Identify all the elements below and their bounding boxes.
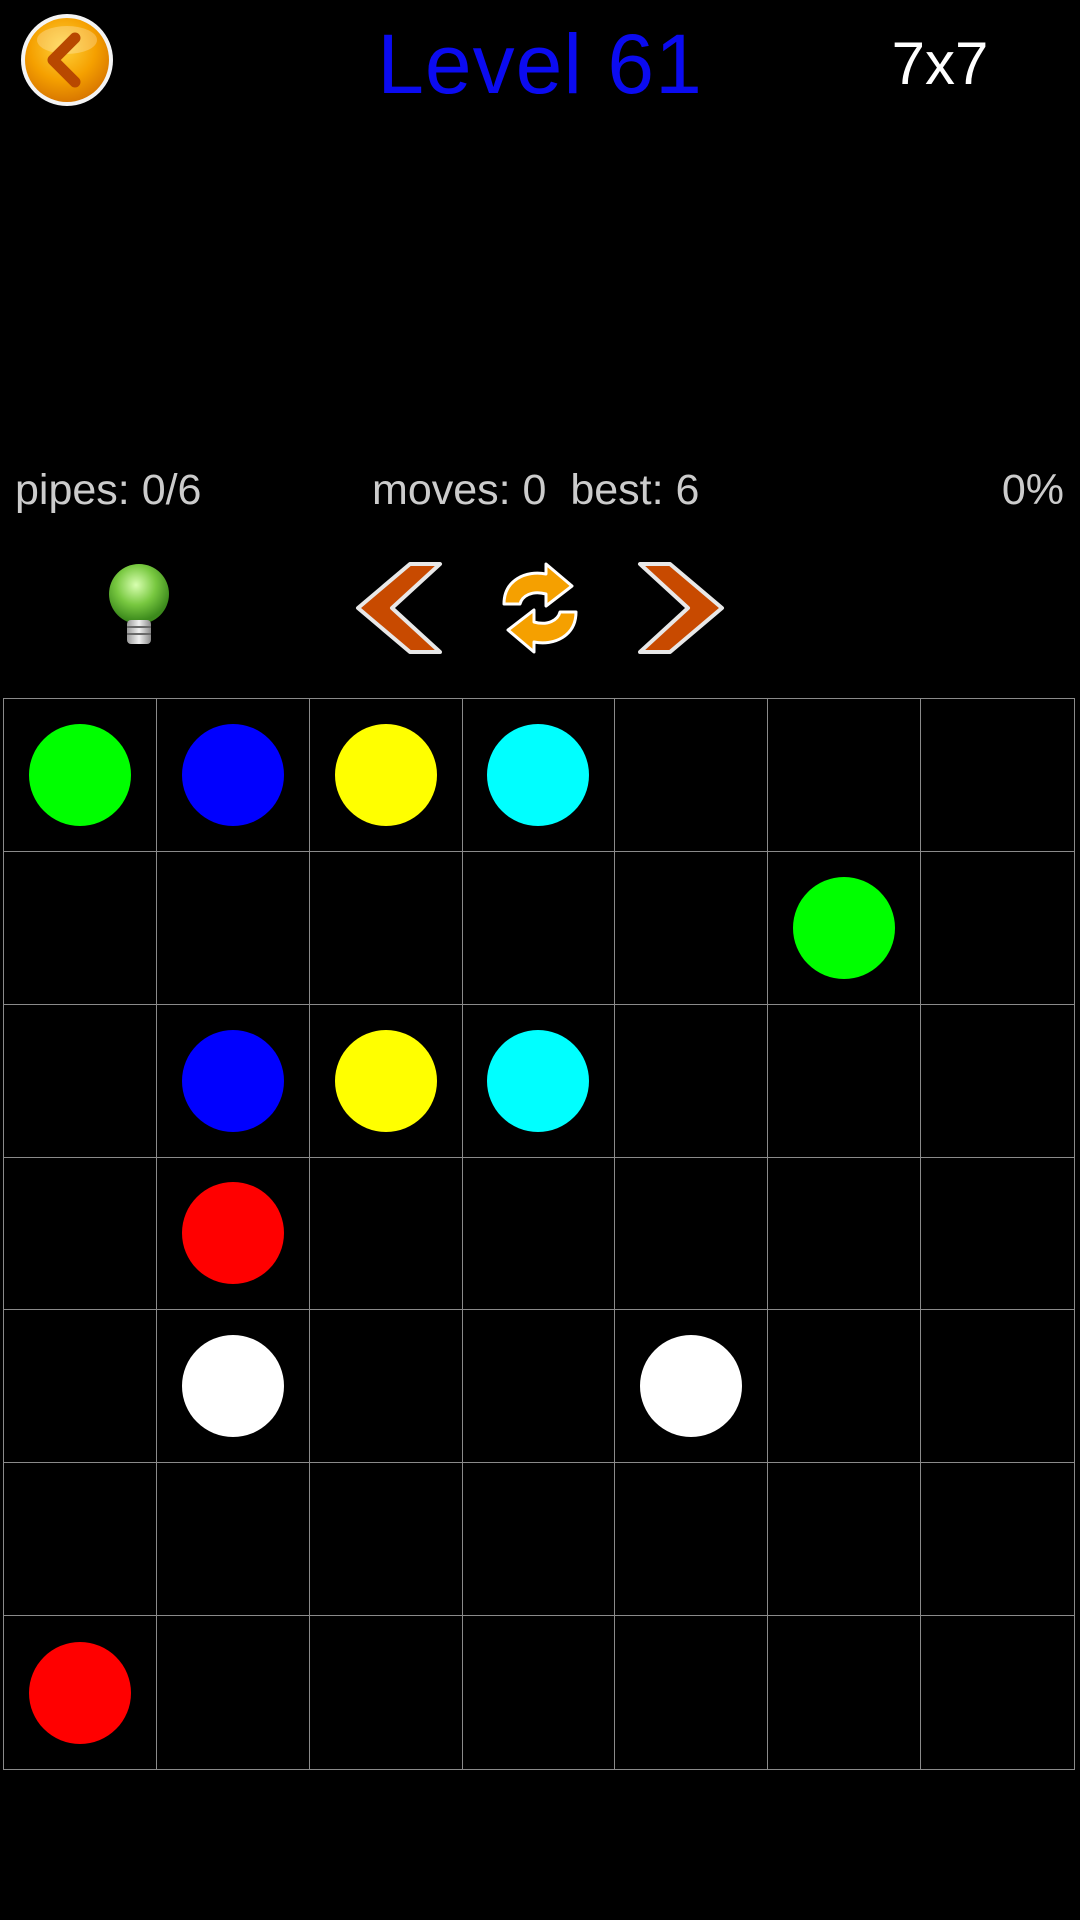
board-cell[interactable] (768, 699, 922, 852)
previous-level-button[interactable] (352, 558, 452, 658)
cyan-dot[interactable] (487, 1029, 590, 1132)
cyan-dot[interactable] (487, 723, 590, 826)
board-cell[interactable] (921, 852, 1074, 1005)
board-cell[interactable] (157, 1616, 310, 1769)
board-cell[interactable] (462, 851, 616, 1005)
board-cell[interactable] (768, 1310, 922, 1464)
board-cell[interactable] (156, 1310, 310, 1464)
hint-button[interactable] (104, 562, 174, 652)
board-cell[interactable] (921, 1158, 1074, 1311)
blue-dot[interactable] (181, 723, 284, 826)
board-cell[interactable] (768, 1004, 922, 1158)
restart-button[interactable] (490, 558, 590, 658)
board-cell[interactable] (156, 851, 310, 1005)
board-cell[interactable] (309, 1310, 463, 1464)
board-cell[interactable] (768, 1157, 922, 1311)
board-cell[interactable] (4, 1157, 157, 1311)
board-cell[interactable] (156, 1004, 310, 1158)
previous-level-icon (356, 562, 442, 654)
board-cell[interactable] (4, 699, 157, 852)
board-cell[interactable] (4, 1310, 157, 1464)
green-dot[interactable] (28, 723, 131, 826)
board-cell[interactable] (615, 1157, 769, 1311)
board-cell[interactable] (309, 699, 463, 852)
pipes-counter: pipes: 0/6 (15, 466, 202, 514)
board-cell[interactable] (462, 1004, 616, 1158)
board-cell[interactable] (768, 1616, 922, 1769)
board-cell[interactable] (463, 1616, 616, 1769)
board-cell[interactable] (156, 1463, 310, 1617)
moves-best-counter: moves: 0 best: 6 (372, 466, 700, 514)
board-cell[interactable] (462, 699, 616, 852)
board-cell[interactable] (309, 851, 463, 1005)
lightbulb-icon (109, 564, 169, 644)
board-cell[interactable] (462, 1463, 616, 1617)
board-cell[interactable] (615, 1004, 769, 1158)
board-cell[interactable] (4, 1616, 157, 1769)
board-cell[interactable] (309, 1157, 463, 1311)
board-cell[interactable] (921, 1616, 1074, 1769)
board-cell[interactable] (4, 1463, 157, 1617)
board-cell[interactable] (4, 1004, 157, 1158)
board-cell[interactable] (768, 851, 922, 1005)
board-cell[interactable] (921, 1463, 1074, 1617)
board-cell[interactable] (615, 699, 769, 852)
board-cell[interactable] (156, 1157, 310, 1311)
board-cell[interactable] (462, 1310, 616, 1464)
board-cell[interactable] (921, 1310, 1074, 1464)
blue-dot[interactable] (181, 1029, 284, 1132)
board-cell[interactable] (156, 699, 310, 852)
board-cell[interactable] (615, 1310, 769, 1464)
board-cell[interactable] (4, 851, 157, 1005)
board-cell[interactable] (921, 1005, 1074, 1158)
white-dot[interactable] (640, 1335, 743, 1438)
white-dot[interactable] (181, 1335, 284, 1438)
board-cell[interactable] (309, 1004, 463, 1158)
red-dot[interactable] (28, 1641, 131, 1744)
green-dot[interactable] (793, 876, 896, 979)
next-level-button[interactable] (628, 558, 728, 658)
board-cell[interactable] (615, 1616, 769, 1769)
yellow-dot[interactable] (334, 723, 437, 826)
board-cell[interactable] (462, 1157, 616, 1311)
yellow-dot[interactable] (334, 1029, 437, 1132)
board-cell[interactable] (768, 1463, 922, 1617)
game-board (3, 698, 1075, 1770)
red-dot[interactable] (181, 1182, 284, 1285)
board-cell[interactable] (615, 851, 769, 1005)
board-cell[interactable] (615, 1463, 769, 1617)
board-cell[interactable] (310, 1616, 463, 1769)
board-cell[interactable] (921, 699, 1074, 852)
restart-icon (502, 562, 578, 654)
board-cell[interactable] (309, 1463, 463, 1617)
grid-size-label: 7x7 (891, 30, 989, 97)
completion-percent: 0% (1001, 466, 1064, 514)
next-level-icon (638, 562, 724, 654)
